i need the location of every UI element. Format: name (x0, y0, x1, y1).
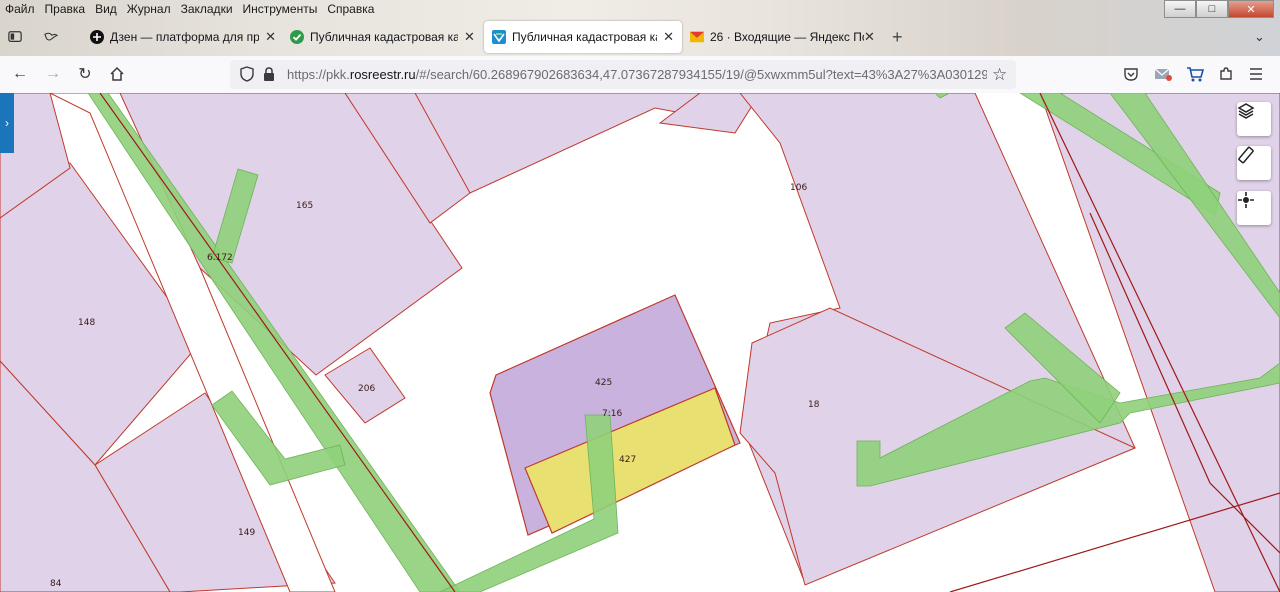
forward-arrow-icon[interactable]: → (43, 64, 63, 84)
menu-bookmarks[interactable]: Закладки (176, 0, 238, 18)
yandex-mail-icon (690, 30, 704, 44)
list-tabs-chevron-down-icon[interactable]: ⌄ (1254, 21, 1265, 53)
parcel-label: 427 (619, 455, 637, 465)
menu-help[interactable]: Справка (322, 0, 379, 18)
window-controls: — □ ✕ (1164, 0, 1274, 18)
tab-label: Публичная кадастровая карта (310, 30, 458, 44)
close-tab-icon[interactable]: ✕ (663, 29, 674, 45)
tab-pkk-active[interactable]: Публичная кадастровая карта ✕ (484, 21, 682, 53)
tab-label: Публичная кадастровая карта (512, 30, 657, 44)
parcel-label: 6.172 (207, 253, 233, 263)
browser-title-area: Файл Правка Вид Журнал Закладки Инструме… (0, 0, 1280, 56)
tab-label: Дзен — платформа для прос (110, 30, 260, 44)
url-path: /#/search/60.268967902683634,47.07367287… (415, 67, 987, 82)
lock-icon[interactable] (261, 66, 277, 85)
dzen-icon (90, 30, 104, 44)
parcel-label: 18 (808, 400, 820, 410)
close-tab-icon[interactable]: ✕ (265, 29, 276, 45)
parcel-label: 7:16 (602, 409, 623, 419)
tab-label: 26 · Входящие — Яндекс Почта (710, 30, 864, 44)
menu-bar: Файл Правка Вид Журнал Закладки Инструме… (0, 0, 379, 18)
address-bar[interactable]: https://pkk.rosreestr.ru/#/search/60.268… (230, 60, 1016, 89)
new-tab-button[interactable]: + (892, 21, 903, 53)
extensions-puzzle-icon[interactable] (1216, 64, 1236, 84)
shield-icon[interactable] (239, 66, 255, 85)
menu-file[interactable]: Файл (0, 0, 40, 18)
mail-extension-icon[interactable] (1153, 64, 1173, 84)
maximize-button[interactable]: □ (1196, 0, 1228, 18)
parcel-label: 206 (358, 384, 376, 394)
parcel-label: 148 (78, 318, 96, 328)
parcel-label: 106 (790, 183, 808, 193)
green-check-icon (290, 30, 304, 44)
menu-edit[interactable]: Правка (40, 0, 91, 18)
back-arrow-icon[interactable]: ← (10, 64, 30, 84)
close-window-button[interactable]: ✕ (1228, 0, 1274, 18)
rosreestr-icon (492, 30, 506, 44)
cadastral-map[interactable]: › 165 106 6.172 148 206 425 7:16 427 18 … (0, 93, 1280, 592)
pinned-tab[interactable] (44, 21, 64, 53)
firefox-view-button[interactable] (8, 21, 28, 53)
menu-history[interactable]: Журнал (122, 0, 176, 18)
tab-yandex-mail[interactable]: 26 · Входящие — Яндекс Почта ✕ (690, 21, 876, 53)
navigation-toolbar: ← → ↻ https://pkk.rosreestr.ru/#/search/… (0, 56, 1280, 94)
bookmark-star-icon[interactable]: ☆ (992, 65, 1007, 85)
reload-icon[interactable]: ↻ (75, 64, 95, 84)
menu-tools[interactable]: Инструменты (238, 0, 323, 18)
close-tab-icon[interactable]: ✕ (464, 29, 475, 45)
measure-button[interactable] (1237, 146, 1271, 180)
tab-pkk-1[interactable]: Публичная кадастровая карта ✕ (290, 21, 476, 53)
sidebar-toggle-chevron-right-icon[interactable]: › (0, 93, 14, 153)
parcel-label: 149 (238, 528, 256, 538)
tab-dzen[interactable]: Дзен — платформа для прос ✕ (90, 21, 276, 53)
firefox-view-icon (8, 30, 22, 44)
tab-strip: Дзен — платформа для прос ✕ Публичная ка… (0, 19, 1280, 55)
parcel-label: 425 (595, 378, 613, 388)
url-host: rosreestr.ru (349, 67, 416, 82)
url-text[interactable]: https://pkk.rosreestr.ru/#/search/60.268… (287, 67, 987, 82)
parcel-label: 84 (50, 579, 62, 589)
url-prefix: https://pkk. (287, 67, 350, 82)
pinned-site-icon (44, 30, 58, 44)
close-tab-icon[interactable]: ✕ (864, 29, 875, 45)
home-icon[interactable] (107, 64, 127, 84)
menu-hamburger-icon[interactable] (1246, 64, 1266, 84)
minimize-button[interactable]: — (1164, 0, 1196, 18)
locate-button[interactable] (1237, 191, 1271, 225)
cart-icon[interactable] (1185, 64, 1205, 84)
layers-button[interactable] (1237, 102, 1271, 136)
menu-view[interactable]: Вид (90, 0, 122, 18)
parcel-label: 165 (296, 201, 314, 211)
map-canvas[interactable] (0, 93, 1280, 592)
pocket-icon[interactable] (1121, 64, 1141, 84)
